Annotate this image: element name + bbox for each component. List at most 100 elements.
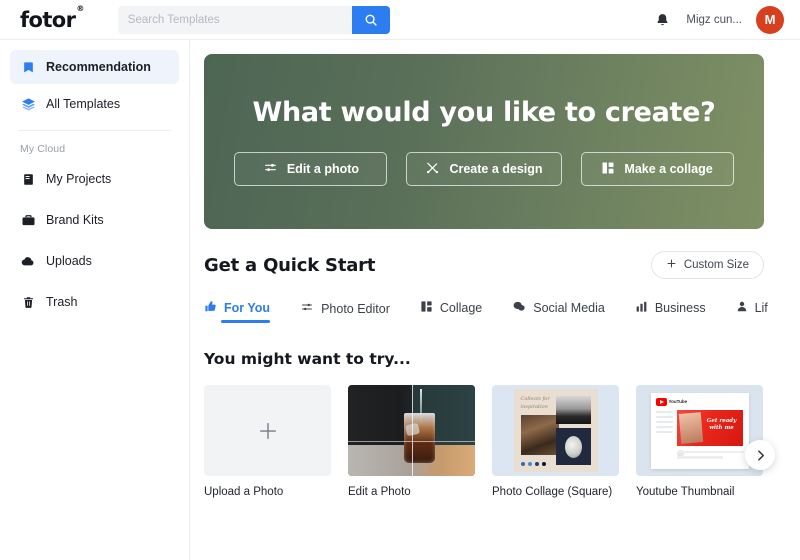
card-label: Upload a Photo <box>204 486 284 498</box>
custom-size-button[interactable]: Custom Size <box>650 251 764 279</box>
tab-collage[interactable]: Collage <box>420 300 482 323</box>
collage-script-text: Collects for inspiration <box>520 396 550 410</box>
chevron-right-icon <box>757 449 764 461</box>
collage-color-dots <box>520 462 546 466</box>
youtube-wordmark: YouTube <box>668 399 688 404</box>
card-label: Photo Collage (Square) <box>492 486 613 498</box>
sidebar-group-title: My Cloud <box>20 143 66 155</box>
sidebar-item-trash[interactable]: Trash <box>10 285 179 319</box>
bell-icon <box>657 13 668 25</box>
sidebar-item-uploads[interactable]: Uploads <box>10 244 179 278</box>
card-upload-a-photo[interactable]: Upload a Photo <box>204 385 331 501</box>
collage-portrait-photo <box>520 415 559 455</box>
page-title: Get a Quick Start <box>204 254 376 276</box>
notifications-button[interactable] <box>652 10 672 30</box>
collage-moon-photo <box>555 428 591 465</box>
collage-preview-thumb[interactable]: Collects for inspiration <box>492 385 619 476</box>
collage-grid-icon <box>601 161 615 178</box>
card-edit-a-photo[interactable]: Edit a Photo <box>348 385 475 501</box>
card-photo-collage-square[interactable]: Collects for inspiration Photo Collage (… <box>492 385 619 501</box>
plus-icon <box>666 258 677 272</box>
upload-placeholder-thumb[interactable] <box>204 385 331 476</box>
hero-button-label: Create a design <box>449 162 543 176</box>
youtube-title-lines <box>676 450 744 462</box>
search-button[interactable] <box>351 5 390 34</box>
sidebar-item-label: Recommendation <box>46 60 151 74</box>
trash-icon <box>20 294 36 310</box>
sidebar-item-label: My Projects <box>46 172 112 186</box>
account-area: Migz cun... M <box>652 5 784 34</box>
sidebar-divider <box>18 130 171 131</box>
suggestion-cards: Upload a Photo Edit a Photo Collects for… <box>204 385 800 501</box>
tab-label: For You <box>224 301 271 315</box>
tab-label: Photo Editor <box>321 301 390 316</box>
quick-start-header: Get a Quick Start Custom Size <box>204 251 764 279</box>
tab-label: Collage <box>439 301 483 315</box>
make-a-collage-button[interactable]: Make a collage <box>580 152 734 186</box>
custom-size-label: Custom Size <box>683 259 749 271</box>
hero-button-label: Make a collage <box>624 162 713 176</box>
hero-title: What would you like to create? <box>252 97 716 128</box>
category-tabs: For You Photo Editor Collage Social Medi… <box>204 293 800 323</box>
sidebar-item-all-templates[interactable]: All Templates <box>10 87 179 121</box>
top-bar: fotor® Migz cun... M <box>0 0 800 40</box>
carousel-next-button[interactable] <box>745 440 775 470</box>
sidebar-item-brand-kits[interactable]: Brand Kits <box>10 203 179 237</box>
fotor-app-window: fotor® Migz cun... M <box>0 0 800 560</box>
card-label: Edit a Photo <box>348 486 411 498</box>
youtube-model-photo <box>678 411 703 444</box>
plus-icon <box>259 422 276 439</box>
username-label[interactable]: Migz cun... <box>686 14 742 26</box>
search-icon <box>365 14 377 26</box>
tab-label: Social Media <box>533 301 605 315</box>
create-a-design-button[interactable]: Create a design <box>406 152 562 186</box>
sidebar-item-recommendation[interactable]: Recommendation <box>10 50 179 84</box>
logo-text: fotor <box>20 7 76 32</box>
youtube-logo: YouTube <box>655 397 744 406</box>
bookmark-icon <box>20 59 36 75</box>
search-input[interactable] <box>117 5 352 34</box>
before-after-divider-horizontal <box>348 441 475 443</box>
tab-business[interactable]: Business <box>635 300 706 323</box>
fotor-logo[interactable]: fotor® <box>20 4 91 32</box>
bar-chart-icon <box>635 300 648 316</box>
tab-photo-editor[interactable]: Photo Editor <box>300 301 390 323</box>
app-body: Recommendation All Templates My Cloud My… <box>0 40 800 560</box>
design-tools-icon <box>425 161 440 178</box>
hero-banner: What would you like to create? Edit a ph… <box>204 54 764 229</box>
youtube-sidebar-lines <box>655 410 673 436</box>
chat-icon <box>512 300 526 316</box>
suggestions-title: You might want to try... <box>204 350 411 368</box>
card-label: Youtube Thumbnail <box>636 486 735 498</box>
person-icon <box>736 300 748 316</box>
sidebar-item-label: All Templates <box>46 97 121 111</box>
cola-glass-thumb[interactable] <box>348 385 475 476</box>
search-bar[interactable] <box>117 5 390 34</box>
tab-label: Lif <box>754 301 768 315</box>
youtube-play-icon <box>655 397 667 406</box>
tab-social-media[interactable]: Social Media <box>512 300 605 323</box>
tab-life[interactable]: Lif <box>736 300 768 323</box>
edit-a-photo-button[interactable]: Edit a photo <box>234 152 388 186</box>
hero-actions: Edit a photo Create a design Make a coll… <box>234 152 734 186</box>
sidebar-item-label: Uploads <box>46 254 92 268</box>
sidebar-item-my-projects[interactable]: My Projects <box>10 162 179 196</box>
collage-grid-icon <box>420 300 433 316</box>
sidebar-item-label: Brand Kits <box>46 213 104 227</box>
logo-trademark: ® <box>76 3 84 13</box>
youtube-page-mockup: YouTube Get ready with me <box>650 392 749 469</box>
tab-for-you[interactable]: For You <box>204 300 271 323</box>
sliders-icon <box>263 161 278 177</box>
photo-glass <box>403 413 435 464</box>
collage-bw-photo <box>555 396 591 424</box>
before-after-divider-vertical <box>411 385 413 476</box>
youtube-video-thumbnail: Get ready with me <box>676 409 743 446</box>
youtube-preview-thumb[interactable]: YouTube Get ready with me <box>636 385 763 476</box>
main-content: What would you like to create? Edit a ph… <box>190 40 800 560</box>
tab-label: Business <box>654 301 706 315</box>
thumbs-up-icon <box>204 300 217 316</box>
card-youtube-thumbnail[interactable]: YouTube Get ready with me Youtube Thumbn… <box>636 385 763 501</box>
sidebar: Recommendation All Templates My Cloud My… <box>0 40 190 560</box>
hero-button-label: Edit a photo <box>286 162 360 176</box>
avatar[interactable]: M <box>756 5 784 34</box>
